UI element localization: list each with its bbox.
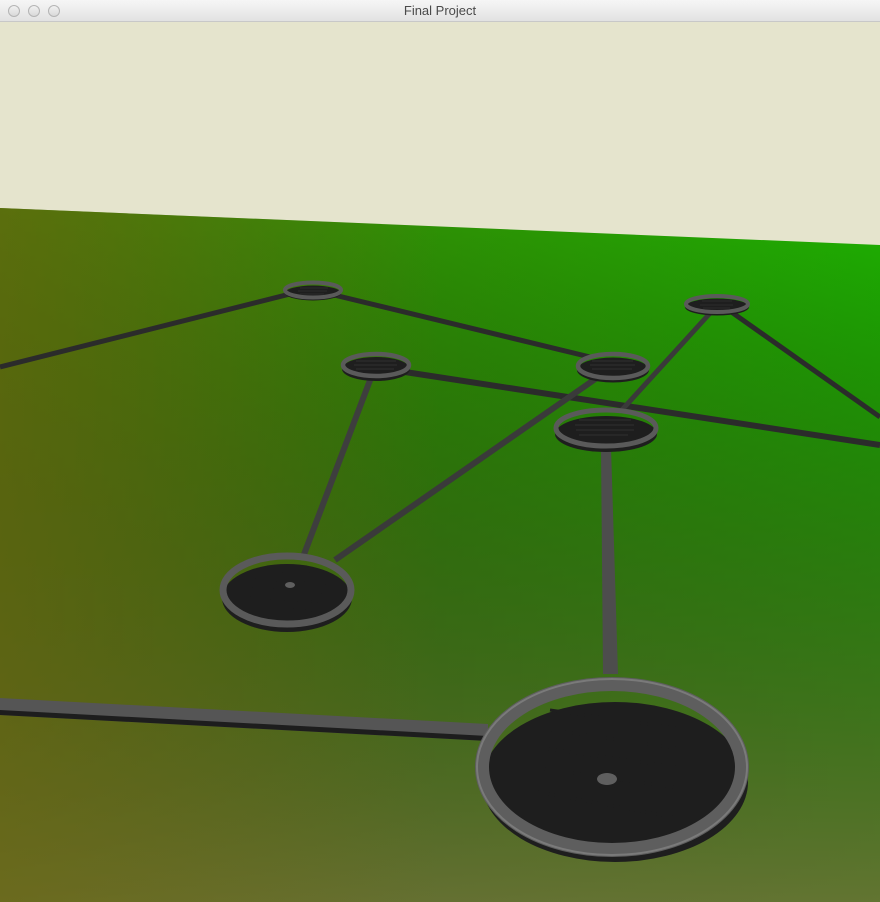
graph-node[interactable]: [475, 677, 749, 862]
graph-node[interactable]: [684, 294, 750, 316]
graph-node[interactable]: [340, 351, 412, 381]
app-window: Final Project: [0, 0, 880, 902]
3d-viewport[interactable]: [0, 22, 880, 902]
graph-node[interactable]: [219, 552, 355, 632]
graph-node[interactable]: [553, 407, 659, 452]
scene-canvas[interactable]: [0, 22, 880, 902]
ground-plane: [0, 208, 880, 902]
title-bar[interactable]: Final Project: [0, 0, 880, 22]
window-title: Final Project: [403, 3, 477, 18]
graph-node[interactable]: [575, 351, 651, 383]
